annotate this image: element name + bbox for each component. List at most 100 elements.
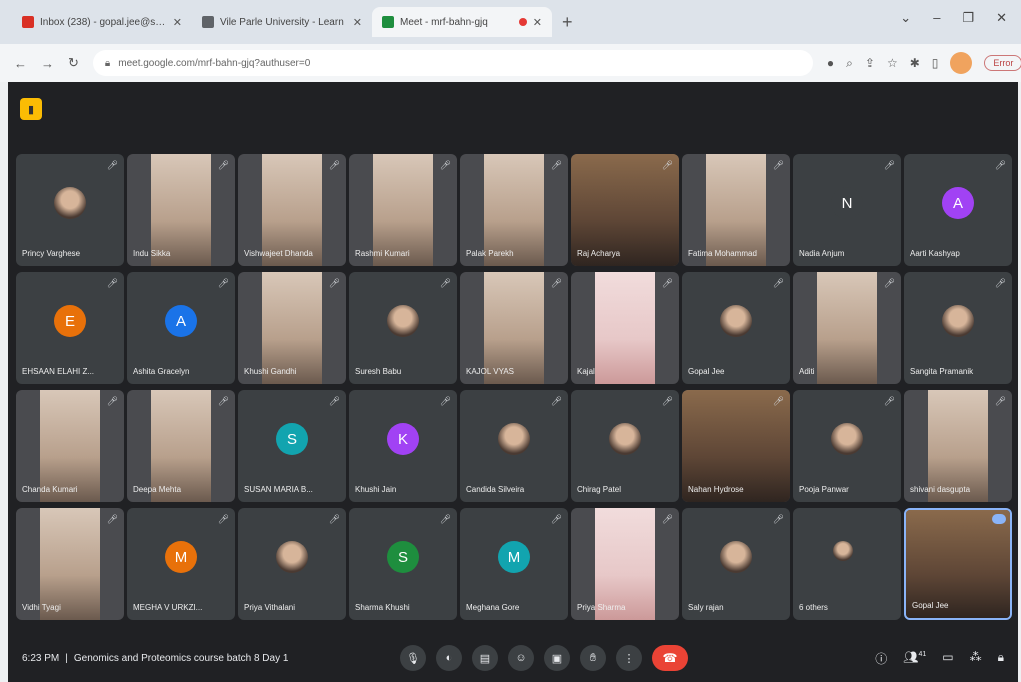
participant-tile[interactable]: A 🎤︎ Aarti Kashyap	[904, 154, 1012, 266]
participant-name: Raj Acharya	[577, 249, 621, 258]
participant-tile[interactable]: 🎤︎ Indu Sikka	[127, 154, 235, 266]
participant-tile[interactable]: 🎤︎ Khushi Gandhi	[238, 272, 346, 384]
mic-muted-icon: 🎤︎	[217, 278, 229, 288]
tab-gmail[interactable]: Inbox (238) - gopal.jee@stu... ✕	[12, 7, 192, 37]
close-tab-icon[interactable]: ✕	[533, 16, 542, 29]
avatar[interactable]	[950, 52, 973, 74]
participant-tile[interactable]: 🎤︎ Raj Acharya	[571, 154, 679, 266]
participant-tile[interactable]: 🎤︎ Nahan Hydrose	[682, 390, 790, 502]
mic-muted-icon: 🎤︎	[661, 396, 673, 406]
tab-meet[interactable]: Meet - mrf-bahn-gjq ✕	[372, 7, 552, 37]
avatar-letter: S	[387, 541, 419, 574]
back-icon[interactable]: ←	[14, 56, 27, 71]
host-controls-icon[interactable]: ▮	[20, 98, 42, 120]
participant-tile[interactable]: 🎤︎ Chirag Patel	[571, 390, 679, 502]
avatar-letter: M	[165, 541, 197, 574]
participant-tile[interactable]: 🎤︎ Aditi	[793, 272, 901, 384]
participant-tile[interactable]: 🎤︎ Suresh Babu	[349, 272, 457, 384]
close-tab-icon[interactable]: ✕	[173, 16, 182, 29]
meet-bottom-bar: 6:23 PM | Genomics and Proteomics course…	[8, 634, 1018, 682]
participant-tile[interactable]: 🎤︎ Saly rajan	[682, 508, 790, 620]
participant-tile[interactable]: N 🎤︎ Nadia Anjum	[793, 154, 901, 266]
participant-tile[interactable]: M 🎤︎ Meghana Gore	[460, 508, 568, 620]
error-button[interactable]: Error	[984, 55, 1021, 71]
tab-title: Inbox (238) - gopal.jee@stu...	[40, 16, 167, 28]
participant-name: Priya Vithalani	[244, 603, 295, 612]
people-icon[interactable]: 👥︎41	[903, 650, 926, 667]
share-icon[interactable]: ⇪	[865, 56, 875, 70]
captions-icon[interactable]: ▤	[472, 645, 498, 671]
participant-tile[interactable]: 🎤︎ shivani dasgupta	[904, 390, 1012, 502]
participant-tile[interactable]: 6 others	[793, 508, 901, 620]
participant-tile[interactable]: E 🎤︎ EHSAAN ELAHI Z...	[16, 272, 124, 384]
participant-name: 6 others	[799, 603, 828, 612]
star-icon[interactable]: ☆	[887, 56, 898, 70]
extensions-icon[interactable]: ✱	[910, 56, 920, 70]
close-tab-icon[interactable]: ✕	[353, 16, 362, 29]
present-icon[interactable]: ▣	[544, 645, 570, 671]
mic-muted-icon: 🎤︎	[994, 396, 1006, 406]
more-options-icon[interactable]: ⋮	[616, 645, 642, 671]
participant-tile[interactable]: S 🎤︎ Sharma Khushi	[349, 508, 457, 620]
chat-icon[interactable]: ▭	[942, 650, 953, 667]
participant-tile[interactable]: 🎤︎ Kajal	[571, 272, 679, 384]
maximize-icon[interactable]: ❐	[962, 10, 974, 26]
participant-tile[interactable]: 🎤︎ Vidhi Tyagi	[16, 508, 124, 620]
url-field[interactable]: 🔒︎ meet.google.com/mrf-bahn-gjq?authuser…	[92, 50, 813, 76]
activities-icon[interactable]: ⁂	[970, 650, 982, 667]
mic-muted-icon: 🎤︎	[106, 396, 118, 406]
participant-tile[interactable]: S 🎤︎ SUSAN MARIA B...	[238, 390, 346, 502]
mic-muted-icon: 🎤︎	[883, 278, 895, 288]
clock-time: 6:23 PM	[22, 652, 60, 664]
participant-name: KAJOL VYAS	[466, 367, 515, 376]
avatar-letter: A	[165, 305, 197, 338]
reload-icon[interactable]: ↻	[68, 55, 79, 71]
participant-tile[interactable]: 🎤︎ Priya Sharma	[571, 508, 679, 620]
participant-tile[interactable]: 🎤︎ Candida Silveira	[460, 390, 568, 502]
close-icon[interactable]: ✕	[996, 10, 1007, 26]
sidebar-icon[interactable]: ▯	[932, 56, 939, 70]
lock-meeting-icon[interactable]: 🔒︎	[998, 650, 1004, 667]
minimize-icon[interactable]: –	[933, 10, 940, 26]
separator: |	[65, 652, 68, 664]
info-icon[interactable]: ⓘ	[875, 650, 887, 667]
participant-name: Saly rajan	[688, 603, 724, 612]
participant-tile[interactable]: 🎤︎ Pooja Panwar	[793, 390, 901, 502]
participant-name: Candida Silveira	[466, 485, 525, 494]
lock-icon: 🔒︎	[104, 57, 111, 69]
emoji-icon[interactable]: ☺	[508, 645, 534, 671]
camera-toggle-icon[interactable]: ◐	[436, 645, 462, 671]
participant-name: Aarti Kashyap	[910, 249, 960, 258]
participant-tile[interactable]: 🎤︎ Sangita Pramanik	[904, 272, 1012, 384]
end-call-button[interactable]: ☎︎	[652, 645, 688, 671]
mic-icon[interactable]: 🎙︎	[400, 645, 426, 671]
participant-tile[interactable]: 🎤︎ KAJOL VYAS	[460, 272, 568, 384]
participant-tile[interactable]: 🎤︎ Priya Vithalani	[238, 508, 346, 620]
avatar	[498, 423, 530, 456]
participant-tile[interactable]: 🎤︎ Fatima Mohammad	[682, 154, 790, 266]
participant-tile[interactable]: 🎤︎ Palak Parekh	[460, 154, 568, 266]
participant-tile[interactable]: 🎤︎ Rashmi Kumari	[349, 154, 457, 266]
mic-muted-icon: 🎤︎	[550, 514, 562, 524]
avatar	[387, 305, 419, 338]
search-icon[interactable]: ⌕	[846, 56, 853, 71]
chevron-down-icon[interactable]: ⌄	[900, 10, 911, 26]
participant-tile[interactable]: 🎤︎ Deepa Mehta	[127, 390, 235, 502]
participant-tile[interactable]: 🎤︎ Gopal Jee	[682, 272, 790, 384]
participant-tile[interactable]: 🎤︎ Chanda Kumari	[16, 390, 124, 502]
participant-tile[interactable]: M 🎤︎ MEGHA V URKZI...	[127, 508, 235, 620]
participant-tile[interactable]: 🎤︎ Vishwajeet Dhanda	[238, 154, 346, 266]
forward-icon[interactable]: →	[41, 56, 54, 71]
participant-tile[interactable]: Gopal Jee	[904, 508, 1012, 620]
raise-hand-icon[interactable]: ✋︎	[580, 645, 606, 671]
participant-tile[interactable]: K 🎤︎ Khushi Jain	[349, 390, 457, 502]
tab-university[interactable]: Vile Parle University - Learn ✕	[192, 7, 372, 37]
participant-tile[interactable]: 🎤︎ Princy Varghese	[16, 154, 124, 266]
mic-muted-icon: 🎤︎	[772, 278, 784, 288]
participant-tile[interactable]: A 🎤︎ Ashita Gracelyn	[127, 272, 235, 384]
camera-icon[interactable]: ●	[827, 56, 834, 70]
meet-window: ▮ 🎤︎ Princy Varghese 🎤︎ Indu Sikka 🎤︎ Vishwaj…	[8, 82, 1018, 682]
participant-name: Nahan Hydrose	[688, 485, 744, 494]
participant-name: Khushi Gandhi	[244, 367, 297, 376]
new-tab-button[interactable]: +	[562, 12, 573, 33]
